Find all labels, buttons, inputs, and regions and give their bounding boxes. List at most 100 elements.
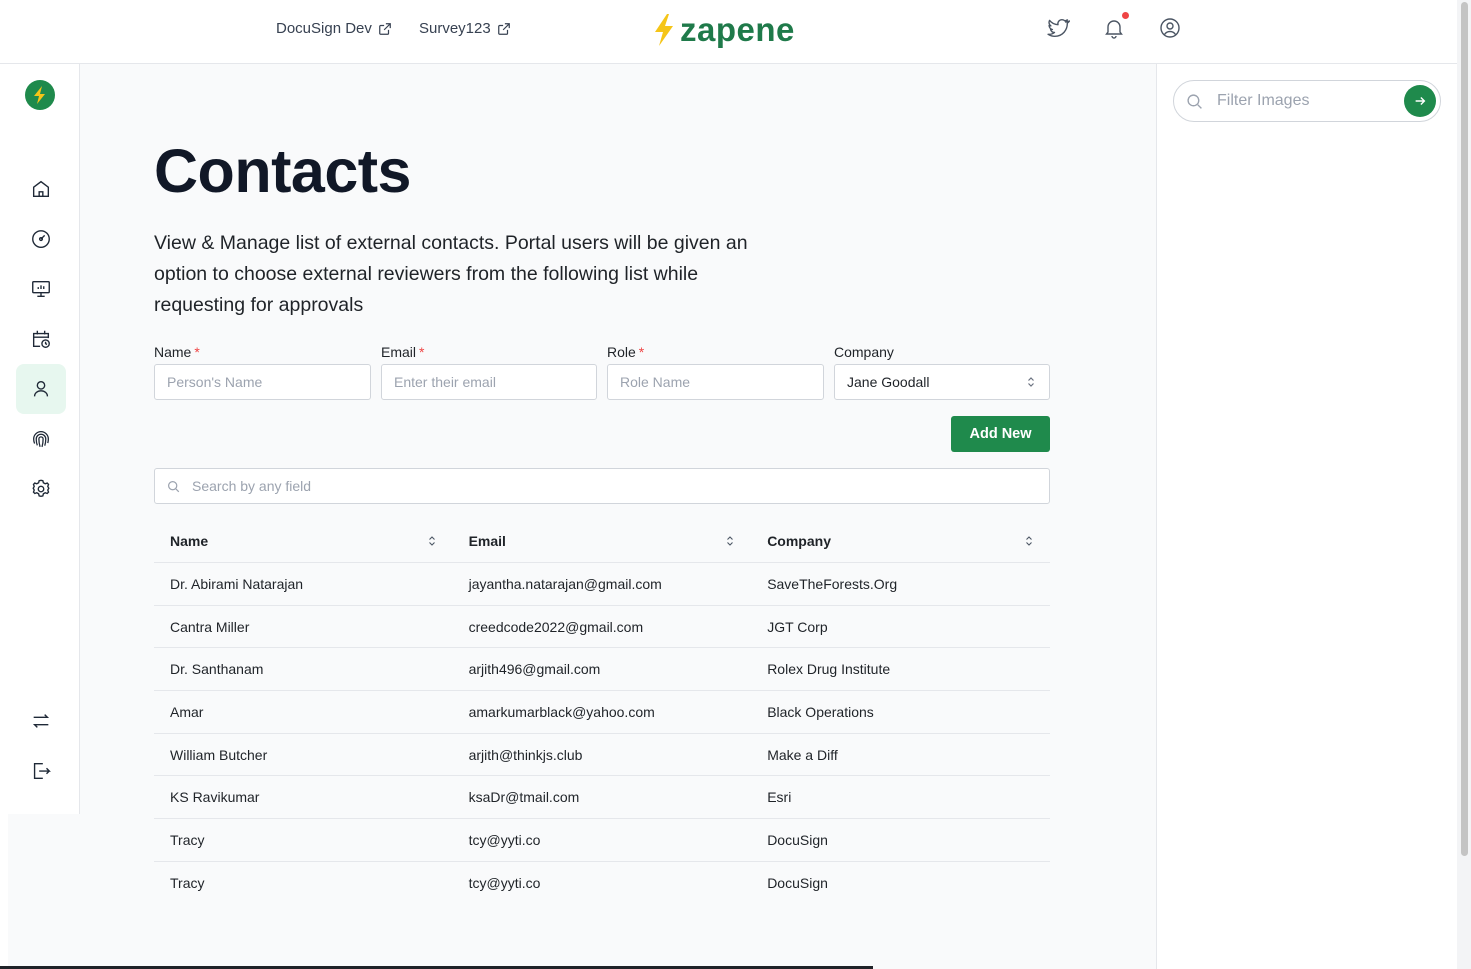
sidebar-item-fingerprint[interactable] <box>16 414 66 464</box>
company-field-label: Company <box>834 344 894 360</box>
right-panel <box>1156 64 1457 969</box>
cell-email: jayantha.natarajan@gmail.com <box>468 575 662 592</box>
sort-icon <box>727 536 734 546</box>
brand-logo[interactable]: zapene <box>652 12 795 48</box>
search-icon <box>1187 93 1202 109</box>
cell-name: Tracy <box>170 875 205 892</box>
sidebar-item-logout[interactable] <box>16 746 66 796</box>
cell-company: Rolex Drug Institute <box>767 661 891 678</box>
table-row[interactable]: Dr. Abirami Natarajan jayantha.natarajan… <box>154 563 1050 606</box>
scrollbar-thumb[interactable] <box>1461 2 1468 856</box>
user-circle-icon[interactable] <box>1158 16 1182 40</box>
home-icon <box>32 180 50 198</box>
lightning-bolt-icon <box>655 14 673 46</box>
name-input[interactable] <box>154 364 371 400</box>
cell-name: Dr. Abirami Natarajan <box>170 575 304 592</box>
fingerprint-icon <box>33 431 49 448</box>
sidebar-item-settings[interactable] <box>16 464 66 514</box>
table-search-input[interactable] <box>192 478 1032 494</box>
email-input[interactable] <box>381 364 597 400</box>
left-sidebar <box>0 64 80 814</box>
sidebar-item-home[interactable] <box>16 164 66 214</box>
cell-email: arjith496@gmail.com <box>468 661 601 678</box>
cell-name: KS Ravikumar <box>170 789 260 806</box>
notification-dot <box>1122 12 1129 19</box>
swap-arrows-icon <box>32 714 50 728</box>
search-icon <box>168 480 180 492</box>
user-icon <box>33 380 49 397</box>
table-row[interactable]: Amar amarkumarblack@yahoo.com Black Oper… <box>154 691 1050 734</box>
role-input[interactable] <box>607 364 824 400</box>
filter-images-input[interactable] <box>1217 92 1397 110</box>
chevron-up-down-icon <box>1028 377 1034 387</box>
cell-company: DocuSign <box>767 831 828 848</box>
sidebar-item-calendar[interactable] <box>16 314 66 364</box>
page-title: Contacts <box>154 137 411 205</box>
cell-company: Make a Diff <box>767 746 838 763</box>
table-row[interactable]: KS Ravikumar ksaDr@tmail.com Esri <box>154 776 1050 820</box>
column-header-company[interactable]: Company <box>751 533 1050 549</box>
sidebar-item-presentations[interactable] <box>16 264 66 314</box>
lightning-bolt-icon <box>34 86 45 104</box>
contacts-table: Name Email Company Dr. Abirami Natarajan… <box>154 520 1050 905</box>
cell-name: Cantra Miller <box>170 618 250 635</box>
top-header: DocuSign Dev Survey123 zapene <box>0 0 1457 64</box>
table-row[interactable]: William Butcher arjith@thinkjs.club Make… <box>154 734 1050 777</box>
cell-company: DocuSign <box>767 875 828 892</box>
sidebar-bottom-area <box>8 814 80 969</box>
twitter-bird-icon[interactable] <box>1046 16 1070 40</box>
cell-company: SaveTheForests.Org <box>767 575 898 592</box>
app-logo[interactable] <box>25 80 55 110</box>
cell-name: Tracy <box>170 831 205 848</box>
filter-images-box[interactable] <box>1173 80 1441 122</box>
survey123-link-label: Survey123 <box>419 20 491 37</box>
column-header-email[interactable]: Email <box>453 533 752 549</box>
calendar-clock-icon <box>32 330 50 348</box>
cell-company: Esri <box>767 789 792 806</box>
docusign-dev-link[interactable]: DocuSign Dev <box>276 20 392 37</box>
add-new-button[interactable]: Add New <box>951 416 1050 452</box>
cell-name: Amar <box>170 703 204 720</box>
page-description: View & Manage list of external contacts.… <box>154 232 748 316</box>
cell-email: amarkumarblack@yahoo.com <box>468 703 655 720</box>
table-row[interactable]: Tracy tcy@yyti.co DocuSign <box>154 862 1050 905</box>
logout-icon <box>33 762 51 780</box>
cell-email: tcy@yyti.co <box>468 875 541 892</box>
company-selected-value: Jane Goodall <box>847 374 930 390</box>
external-link-icon <box>497 22 510 35</box>
table-row[interactable]: Dr. Santhanam arjith496@gmail.com Rolex … <box>154 648 1050 692</box>
cell-email: arjith@thinkjs.club <box>468 746 583 763</box>
table-row[interactable]: Cantra Miller creedcode2022@gmail.com JG… <box>154 606 1050 649</box>
sidebar-item-switch[interactable] <box>16 696 66 746</box>
bell-icon[interactable] <box>1102 16 1126 40</box>
cell-company: JGT Corp <box>767 618 828 635</box>
cell-email: creedcode2022@gmail.com <box>468 618 644 635</box>
role-field-label: Role * <box>607 344 645 360</box>
gear-icon <box>32 479 50 497</box>
external-link-icon <box>379 22 391 35</box>
sidebar-item-contacts[interactable] <box>16 364 66 414</box>
sort-icon <box>1025 536 1032 546</box>
cell-company: Black Operations <box>767 703 874 720</box>
company-select[interactable]: Jane Goodall <box>834 364 1050 400</box>
table-header-row: Name Email Company <box>154 520 1050 563</box>
arrow-right-icon <box>1415 97 1426 105</box>
cell-email: tcy@yyti.co <box>468 831 541 848</box>
survey123-link[interactable]: Survey123 <box>419 20 511 37</box>
cell-name: William Butcher <box>170 746 268 763</box>
sidebar-item-dashboard[interactable] <box>16 214 66 264</box>
cell-email: ksaDr@tmail.com <box>468 789 580 806</box>
table-search[interactable] <box>154 468 1050 504</box>
filter-submit-button[interactable] <box>1404 85 1436 117</box>
sort-icon <box>428 536 435 546</box>
table-row[interactable]: Tracy tcy@yyti.co DocuSign <box>154 819 1050 862</box>
docusign-dev-link-label: DocuSign Dev <box>276 20 372 37</box>
dashboard-gauge-icon <box>32 230 50 248</box>
main-content: Contacts View & Manage list of external … <box>80 64 1156 969</box>
name-field-label: Name * <box>154 344 200 360</box>
page-scrollbar[interactable] <box>1457 0 1471 969</box>
presentation-chart-icon <box>32 280 50 298</box>
column-header-name[interactable]: Name <box>154 533 453 549</box>
email-field-label: Email * <box>381 344 425 360</box>
brand-name: zapene <box>680 11 795 48</box>
